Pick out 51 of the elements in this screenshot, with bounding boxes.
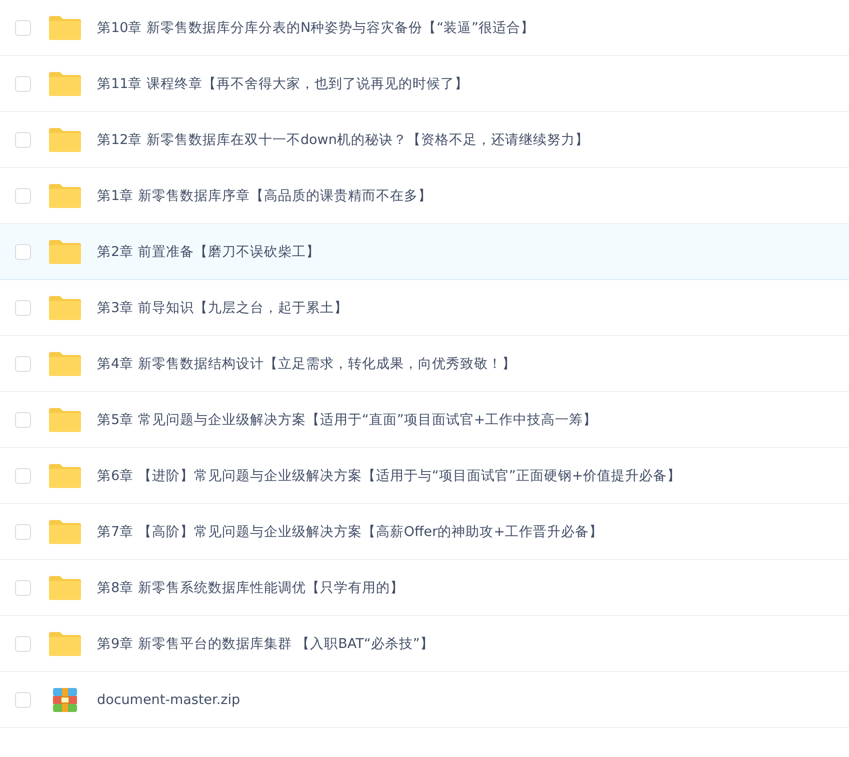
file-row[interactable]: document-master.zip [0,672,849,728]
checkbox[interactable] [15,188,31,204]
file-row[interactable]: 第3章 前导知识【九层之台，起于累土】 [0,280,849,336]
archive-icon [52,686,78,712]
file-row[interactable]: 第11章 课程终章【再不舍得大家，也到了说再见的时候了】 [0,56,849,112]
file-name: 第12章 新零售数据库在双十一不down机的秘诀？【资格不足，还请继续努力】 [97,130,589,148]
file-row[interactable]: 第12章 新零售数据库在双十一不down机的秘诀？【资格不足，还请继续努力】 [0,112,849,168]
checkbox[interactable] [15,524,31,540]
file-name: 第9章 新零售平台的数据库集群 【入职BAT“必杀技”】 [97,634,434,652]
folder-icon [48,238,82,264]
file-name: 第4章 新零售数据结构设计【立足需求，转化成果，向优秀致敬！】 [97,354,516,372]
checkbox[interactable] [15,76,31,92]
file-name: 第5章 常见问题与企业级解决方案【适用于“直面”项目面试官+工作中技高一筹】 [97,410,598,428]
file-name: 第8章 新零售系统数据库性能调优【只学有用的】 [97,578,404,596]
folder-icon [48,518,82,544]
file-row[interactable]: 第5章 常见问题与企业级解决方案【适用于“直面”项目面试官+工作中技高一筹】 [0,392,849,448]
file-name: 第6章 【进阶】常见问题与企业级解决方案【适用于与“项目面试官”正面硬钢+价值提升必备】 [97,466,682,484]
file-name: 第10章 新零售数据库分库分表的N种姿势与容灾备份【“装逼”很适合】 [97,18,535,36]
folder-icon [48,630,82,656]
checkbox[interactable] [15,692,31,708]
file-row[interactable]: 第7章 【高阶】常见问题与企业级解决方案【高薪Offer的神助攻+工作晋升必备】 [0,504,849,560]
folder-icon [48,182,82,208]
file-name: 第3章 前导知识【九层之台，起于累土】 [97,298,348,316]
checkbox[interactable] [15,132,31,148]
checkbox[interactable] [15,244,31,260]
file-row[interactable]: 第4章 新零售数据结构设计【立足需求，转化成果，向优秀致敬！】 [0,336,849,392]
folder-icon [48,14,82,40]
folder-icon [48,350,82,376]
file-row[interactable]: 第8章 新零售系统数据库性能调优【只学有用的】 [0,560,849,616]
checkbox[interactable] [15,20,31,36]
checkbox[interactable] [15,300,31,316]
checkbox[interactable] [15,636,31,652]
checkbox[interactable] [15,580,31,596]
file-name: document-master.zip [97,692,240,708]
file-name: 第2章 前置准备【磨刀不误砍柴工】 [97,242,320,260]
file-name: 第7章 【高阶】常见问题与企业级解决方案【高薪Offer的神助攻+工作晋升必备】 [97,522,603,540]
folder-icon [48,70,82,96]
file-row[interactable]: 第10章 新零售数据库分库分表的N种姿势与容灾备份【“装逼”很适合】 [0,0,849,56]
file-row[interactable]: 第9章 新零售平台的数据库集群 【入职BAT“必杀技”】 [0,616,849,672]
file-row[interactable]: 第6章 【进阶】常见问题与企业级解决方案【适用于与“项目面试官”正面硬钢+价值提升必备】 [0,448,849,504]
folder-icon [48,462,82,488]
file-name: 第11章 课程终章【再不舍得大家，也到了说再见的时候了】 [97,74,468,92]
checkbox[interactable] [15,412,31,428]
file-name: 第1章 新零售数据库序章【高品质的课贵精而不在多】 [97,186,432,204]
folder-icon [48,574,82,600]
folder-icon [48,406,82,432]
checkbox[interactable] [15,356,31,372]
folder-icon [48,126,82,152]
checkbox[interactable] [15,468,31,484]
file-row[interactable]: 第2章 前置准备【磨刀不误砍柴工】 [0,224,849,280]
folder-icon [48,294,82,320]
